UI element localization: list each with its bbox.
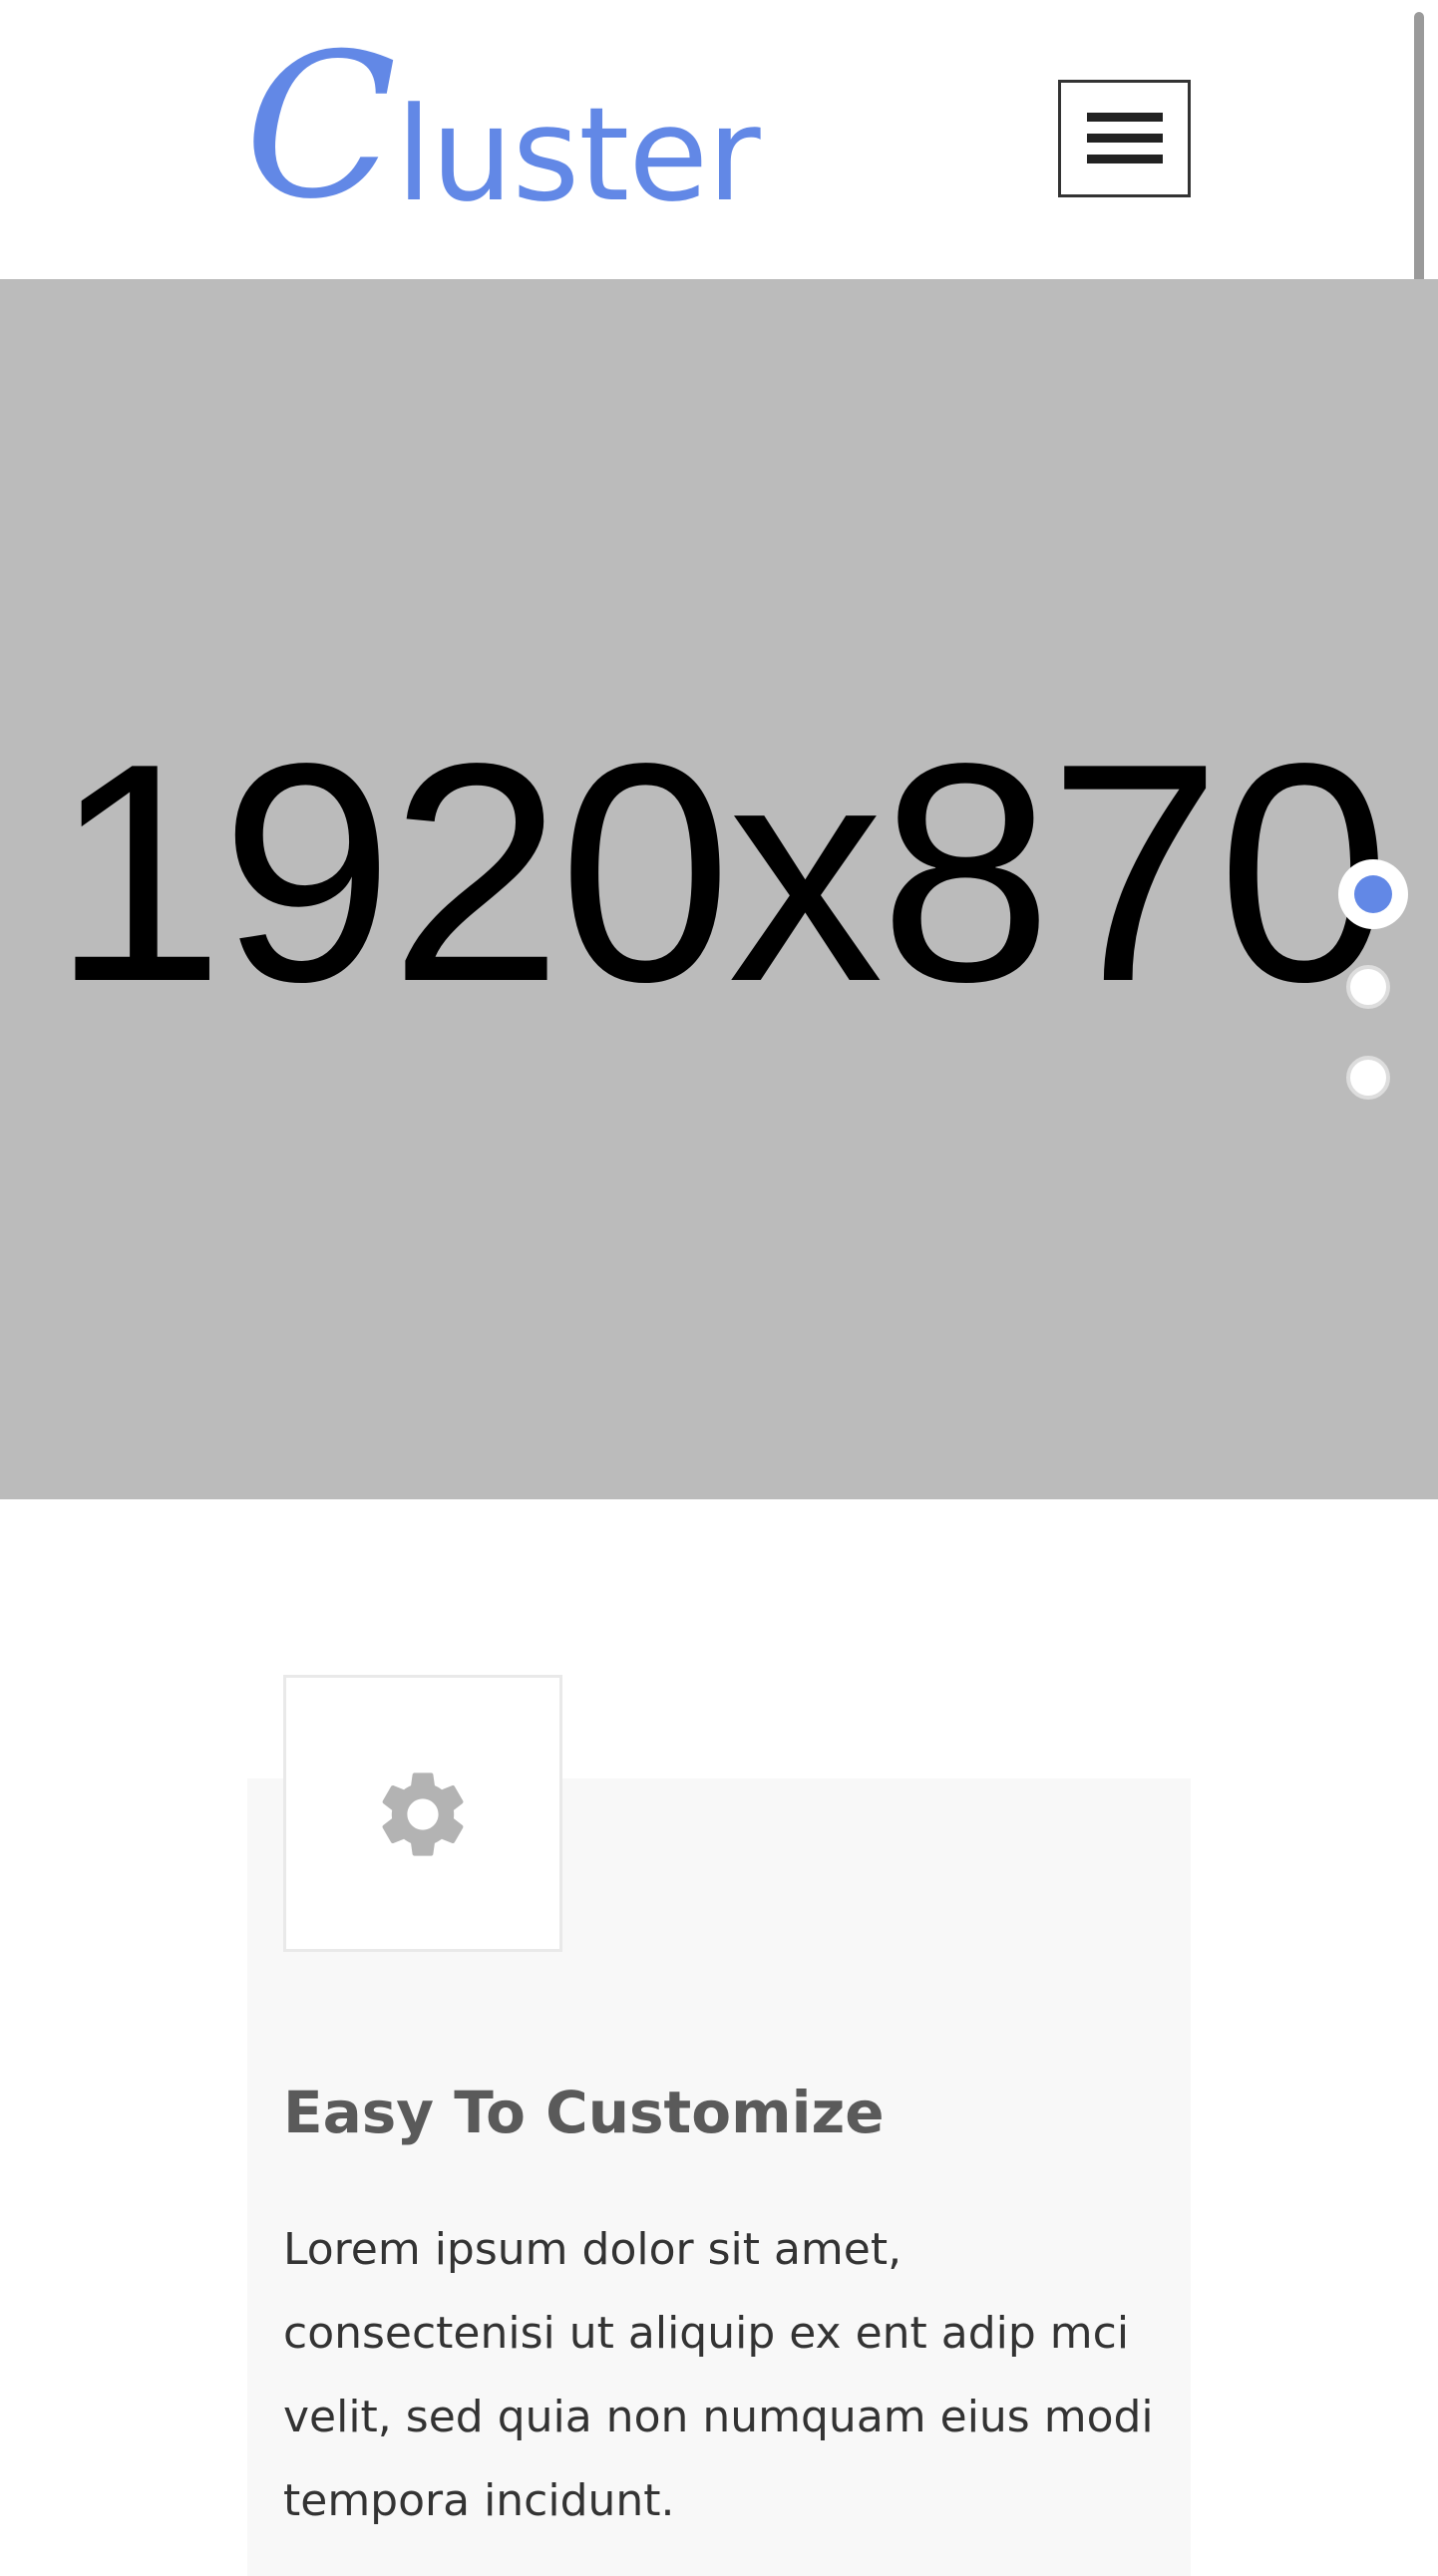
slider-dot-2[interactable] (1346, 965, 1390, 1009)
slider-dot-1[interactable] (1338, 859, 1408, 929)
hero-slider: 1920x870 (0, 279, 1438, 1499)
feature-description: Lorem ipsum dolor sit amet, consectenisi… (283, 2224, 1154, 2526)
hero-placeholder-text: 1920x870 (51, 700, 1391, 1047)
feature-icon-box (283, 1675, 562, 1952)
site-header: C luster (0, 0, 1438, 279)
logo-initial: C (244, 11, 398, 243)
gear-icon (382, 1772, 464, 1856)
menu-toggle-button[interactable] (1058, 80, 1191, 197)
slider-dot-3[interactable] (1346, 1056, 1390, 1100)
logo-text: luster (396, 79, 761, 230)
feature-title: Easy To Customize (283, 2079, 885, 2146)
site-logo[interactable]: C luster (244, 28, 761, 229)
